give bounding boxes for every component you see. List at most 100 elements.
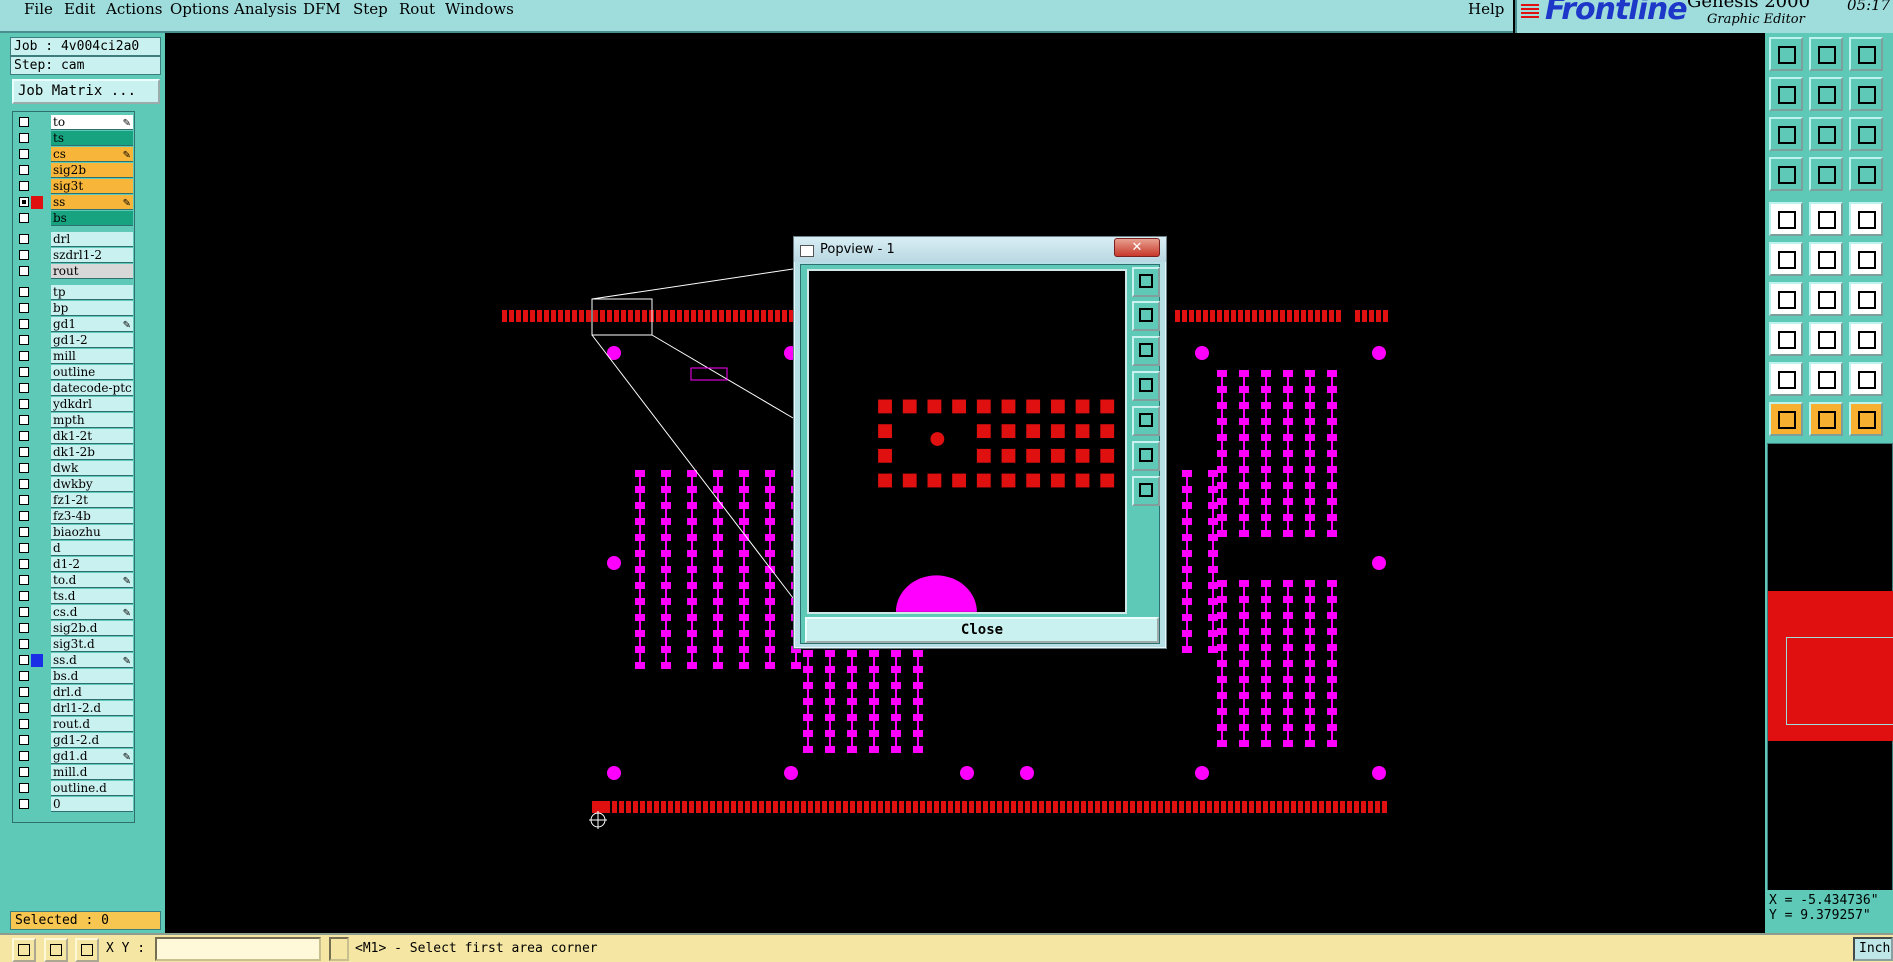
- menu-analysis[interactable]: Analysis: [234, 0, 297, 18]
- layer-name[interactable]: d1-2: [51, 557, 133, 572]
- overview-viewport[interactable]: [1786, 637, 1893, 725]
- layer-name[interactable]: sig2b: [51, 163, 133, 178]
- layer-checkbox[interactable]: [19, 431, 29, 441]
- layer-color-swatch[interactable]: [31, 132, 43, 145]
- layer-name[interactable]: gd1 ✎: [51, 317, 133, 332]
- layer-color-swatch[interactable]: [31, 462, 43, 475]
- layer-row[interactable]: sig3t.d: [15, 637, 133, 652]
- ratio-icon[interactable]: [1849, 117, 1883, 151]
- layer-checkbox[interactable]: [19, 511, 29, 521]
- layer-color-swatch[interactable]: [31, 249, 43, 262]
- layer-name[interactable]: ts.d: [51, 589, 133, 604]
- layer-color-swatch[interactable]: [31, 233, 43, 246]
- layer-row[interactable]: gd1.d ✎: [15, 749, 133, 764]
- draw-icon[interactable]: [1809, 202, 1843, 236]
- node-icon[interactable]: [1769, 322, 1803, 356]
- layer-color-swatch[interactable]: [31, 590, 43, 603]
- layer-name[interactable]: drl1-2.d: [51, 701, 133, 716]
- layer-color-swatch[interactable]: [31, 265, 43, 278]
- layer-row[interactable]: 0: [15, 797, 133, 812]
- menu-windows[interactable]: Windows: [445, 0, 514, 18]
- layer-checkbox[interactable]: [19, 287, 29, 297]
- refresh-icon[interactable]: [1849, 77, 1883, 111]
- layer-name[interactable]: cs.d ✎: [51, 605, 133, 620]
- pan-icon[interactable]: [1809, 117, 1843, 151]
- layer-row[interactable]: rout.d: [15, 717, 133, 732]
- layer-name[interactable]: cs ✎: [51, 147, 133, 162]
- layer-checkbox[interactable]: [19, 335, 29, 345]
- layer-row[interactable]: mill.d: [15, 765, 133, 780]
- layer-checkbox[interactable]: [19, 234, 29, 244]
- layer-color-swatch[interactable]: [31, 718, 43, 731]
- layer-checkbox[interactable]: [19, 735, 29, 745]
- select-icon[interactable]: [1769, 202, 1803, 236]
- layer-row[interactable]: cs.d ✎: [15, 605, 133, 620]
- redo-icon[interactable]: [1809, 77, 1843, 111]
- layer-checkbox[interactable]: [19, 351, 29, 361]
- pointer2-icon[interactable]: [1809, 402, 1843, 436]
- tri-up-icon[interactable]: [1809, 362, 1843, 396]
- layer-row[interactable]: fz1-2t: [15, 493, 133, 508]
- layer-checkbox[interactable]: [19, 479, 29, 489]
- layer-row[interactable]: outline.d: [15, 781, 133, 796]
- layer-color-swatch[interactable]: [31, 766, 43, 779]
- layer-color-swatch[interactable]: [31, 574, 43, 587]
- layer-color-swatch[interactable]: [31, 414, 43, 427]
- open-icon[interactable]: [1769, 37, 1803, 71]
- layer-name[interactable]: fz1-2t: [51, 493, 133, 508]
- dash-icon[interactable]: [1809, 322, 1843, 356]
- layer-checkbox[interactable]: [19, 607, 29, 617]
- triangle-icon[interactable]: [1769, 362, 1803, 396]
- layer-name[interactable]: bp: [51, 301, 133, 316]
- layer-name[interactable]: 0: [51, 797, 133, 812]
- layer-checkbox[interactable]: [19, 671, 29, 681]
- layer-color-swatch[interactable]: [31, 302, 43, 315]
- measure-icon[interactable]: [44, 938, 68, 962]
- layer-name[interactable]: drl: [51, 232, 133, 247]
- layer-name[interactable]: ts: [51, 131, 133, 146]
- move-icon[interactable]: [1849, 242, 1883, 276]
- layer-color-swatch[interactable]: [31, 478, 43, 491]
- slope-icon[interactable]: [1809, 282, 1843, 316]
- menu-help[interactable]: Help: [1468, 0, 1504, 18]
- layer-checkbox[interactable]: [19, 149, 29, 159]
- layer-row[interactable]: rout: [15, 264, 133, 279]
- layer-checkbox[interactable]: [19, 575, 29, 585]
- layer-checkbox[interactable]: [19, 719, 29, 729]
- snap-icon[interactable]: [12, 938, 36, 962]
- layer-name[interactable]: rout.d: [51, 717, 133, 732]
- layer-color-swatch[interactable]: [31, 526, 43, 539]
- layer-row[interactable]: ss ✎: [15, 195, 133, 210]
- layer-checkbox[interactable]: [19, 703, 29, 713]
- layer-color-swatch[interactable]: [31, 702, 43, 715]
- layers-icon[interactable]: [1849, 157, 1883, 191]
- layer-name[interactable]: gd1-2: [51, 333, 133, 348]
- connect-icon[interactable]: [1769, 242, 1803, 276]
- layer-row[interactable]: sig2b.d: [15, 621, 133, 636]
- layer-checkbox[interactable]: [19, 799, 29, 809]
- layer-row[interactable]: fz3-4b: [15, 509, 133, 524]
- menu-actions[interactable]: Actions: [106, 0, 162, 18]
- layer-name[interactable]: mill.d: [51, 765, 133, 780]
- layer-row[interactable]: datecode-ptc: [15, 381, 133, 396]
- layer-color-swatch[interactable]: [31, 430, 43, 443]
- layer-row[interactable]: d: [15, 541, 133, 556]
- layer-checkbox[interactable]: [19, 543, 29, 553]
- layer-row[interactable]: ydkdrl: [15, 397, 133, 412]
- layer-row[interactable]: bs: [15, 211, 133, 226]
- layer-color-swatch[interactable]: [31, 542, 43, 555]
- layer-checkbox[interactable]: [19, 783, 29, 793]
- popview-canvas[interactable]: [807, 269, 1127, 614]
- layer-row[interactable]: bp: [15, 301, 133, 316]
- menu-dfm[interactable]: DFM: [303, 0, 341, 18]
- layer-color-swatch[interactable]: [31, 654, 43, 667]
- layer-row[interactable]: mill: [15, 349, 133, 364]
- menu-options[interactable]: Options: [170, 0, 229, 18]
- layer-checkbox[interactable]: [19, 250, 29, 260]
- layer-checkbox[interactable]: [19, 367, 29, 377]
- layer-color-swatch[interactable]: [31, 148, 43, 161]
- layer-checkbox[interactable]: [19, 415, 29, 425]
- layer-name[interactable]: rout: [51, 264, 133, 279]
- layer-name[interactable]: dk1-2b: [51, 445, 133, 460]
- zoom-fit-icon[interactable]: [1769, 117, 1803, 151]
